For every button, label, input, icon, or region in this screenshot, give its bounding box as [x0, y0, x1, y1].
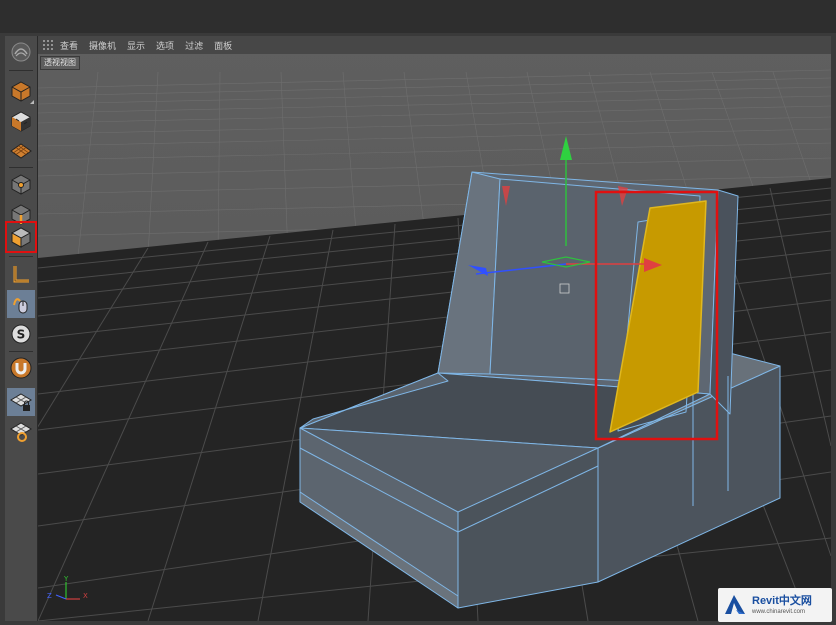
- viewport-menubar: 查看 摄像机 显示 选项 过滤 面板: [38, 36, 831, 54]
- perspective-viewport[interactable]: Y X Z 查看 摄像机 显示 选项 过滤 面板 透视视图: [38, 36, 831, 621]
- workplane-mode-icon[interactable]: [7, 137, 35, 165]
- menu-display[interactable]: 显示: [127, 39, 145, 52]
- viewport-label: 透视视图: [40, 56, 80, 70]
- texture-mode-icon[interactable]: [7, 107, 35, 135]
- watermark-url: www.chinarevit.com: [752, 608, 806, 615]
- snap-icon[interactable]: S: [7, 320, 35, 348]
- menu-options[interactable]: 选项: [156, 39, 174, 52]
- workplane-rotate-icon[interactable]: [7, 418, 35, 446]
- app-logo-icon: [7, 38, 35, 66]
- menu-cameras[interactable]: 摄像机: [89, 39, 116, 52]
- workplane-lock-icon[interactable]: [7, 388, 35, 416]
- axis-label-y: Y: [63, 575, 69, 583]
- axis-mode-icon[interactable]: [7, 260, 35, 288]
- menu-filter[interactable]: 过滤: [185, 39, 203, 52]
- magnet-icon[interactable]: [7, 354, 35, 382]
- scene-canvas[interactable]: Y X Z: [38, 36, 831, 621]
- model-mode-icon[interactable]: [7, 77, 35, 105]
- svg-text:S: S: [17, 328, 26, 342]
- menu-view[interactable]: 查看: [60, 39, 78, 52]
- watermark-title: Revit中文网: [752, 594, 812, 607]
- revit-logo-icon: [725, 595, 745, 614]
- points-mode-icon[interactable]: [7, 170, 35, 198]
- menu-panel[interactable]: 面板: [214, 39, 232, 52]
- watermark: Revit中文网 www.chinarevit.com: [718, 588, 832, 622]
- mode-toolbar: S: [5, 36, 38, 621]
- tweak-mode-icon[interactable]: [7, 290, 35, 318]
- polygons-mode-icon[interactable]: [5, 221, 37, 253]
- axis-label-z: Z: [47, 592, 52, 600]
- menubar-grip-icon[interactable]: [42, 39, 54, 51]
- axis-label-x: X: [83, 592, 88, 600]
- top-strip: [0, 0, 836, 33]
